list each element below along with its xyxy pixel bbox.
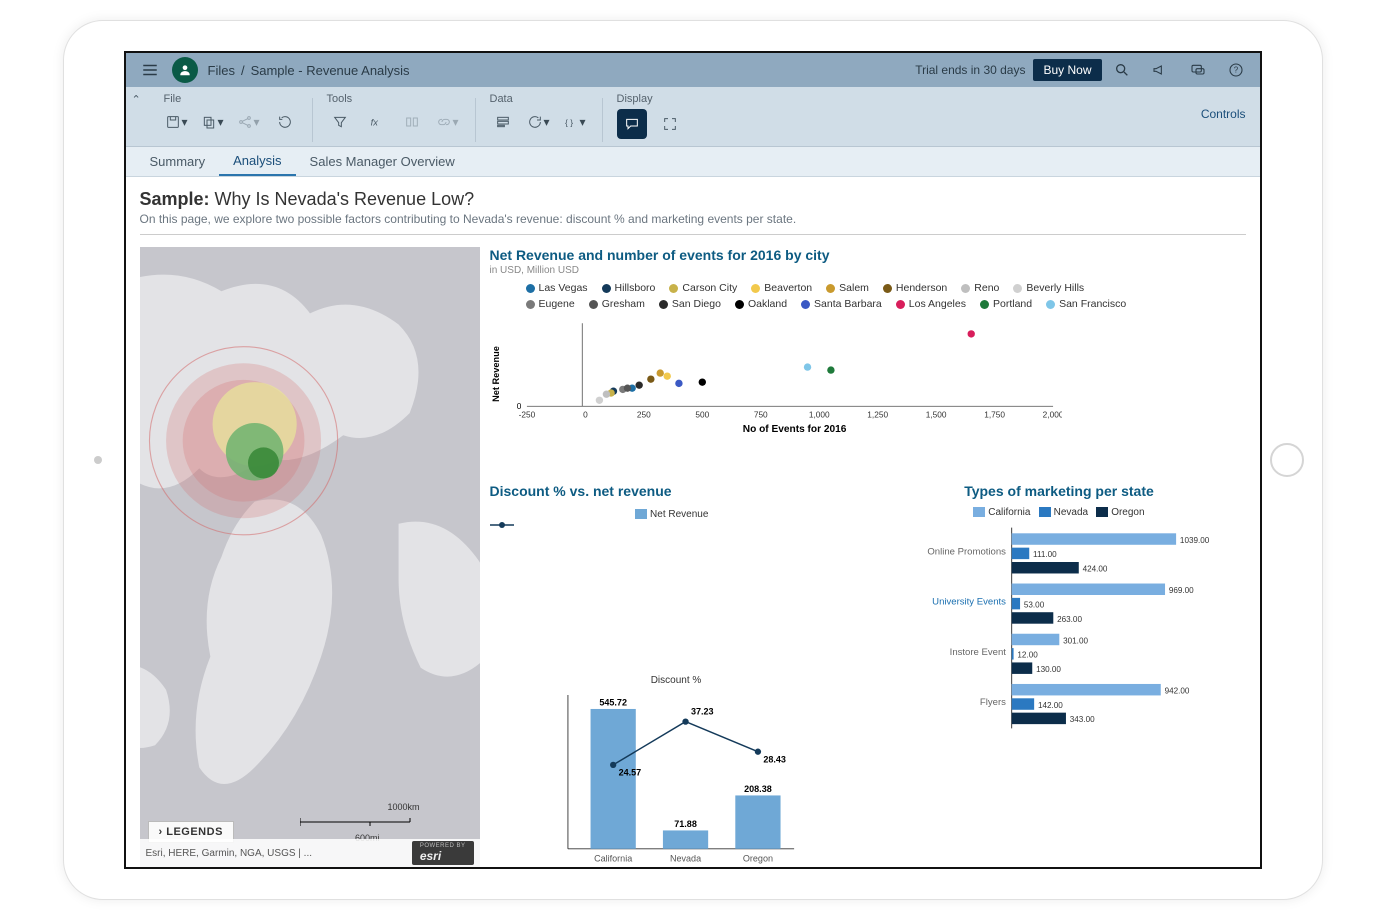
svg-text:130.00: 130.00 bbox=[1036, 665, 1061, 674]
trial-text: Trial ends in 30 days bbox=[915, 63, 1025, 77]
svg-text:{ }: { } bbox=[565, 117, 573, 127]
tab-summary[interactable]: Summary bbox=[136, 147, 220, 176]
app-topbar: Files / Sample - Revenue Analysis Trial … bbox=[126, 53, 1260, 87]
svg-text:1,250: 1,250 bbox=[867, 409, 888, 419]
tab-analysis[interactable]: Analysis bbox=[219, 147, 295, 176]
link-icon[interactable]: ▾ bbox=[435, 109, 461, 135]
buy-now-button[interactable]: Buy Now bbox=[1033, 59, 1101, 81]
svg-text:No of Events for 2016: No of Events for 2016 bbox=[742, 424, 846, 434]
filter-icon[interactable] bbox=[327, 109, 353, 135]
svg-text:301.00: 301.00 bbox=[1063, 636, 1088, 645]
svg-text:2,000: 2,000 bbox=[1042, 409, 1062, 419]
svg-text:California: California bbox=[594, 854, 633, 864]
combo-legend: Net Revenue Discount % bbox=[490, 509, 863, 686]
page-subtitle: On this page, we explore two possible fa… bbox=[140, 212, 1246, 226]
svg-text:Net Revenue: Net Revenue bbox=[491, 346, 501, 402]
scatter-legend: Las VegasHillsboroCarson CityBeavertonSa… bbox=[526, 282, 1146, 310]
variable-icon[interactable]: { }▾ bbox=[562, 109, 588, 135]
svg-text:Online Promotions: Online Promotions bbox=[927, 546, 1006, 557]
svg-text:Oregon: Oregon bbox=[742, 854, 772, 864]
breadcrumb: Files / Sample - Revenue Analysis bbox=[208, 63, 410, 78]
reset-icon[interactable] bbox=[272, 109, 298, 135]
comment-mode-icon[interactable] bbox=[617, 109, 647, 139]
ribbon-group-data: Data bbox=[490, 93, 588, 105]
svg-text:545.72: 545.72 bbox=[599, 698, 627, 708]
svg-text:1,500: 1,500 bbox=[925, 409, 946, 419]
svg-text:-250: -250 bbox=[518, 409, 535, 419]
ribbon: ⌃ File ▾ ▾ ▾ Tools fx ▾ bbox=[126, 87, 1260, 147]
svg-text:0: 0 bbox=[583, 409, 588, 419]
refresh-icon[interactable]: ▾ bbox=[526, 109, 552, 135]
svg-text:28.43: 28.43 bbox=[763, 755, 786, 765]
ribbon-group-display: Display bbox=[617, 93, 683, 105]
svg-text:250: 250 bbox=[636, 409, 650, 419]
controls-link[interactable]: Controls bbox=[1201, 107, 1246, 121]
search-icon[interactable] bbox=[1110, 58, 1134, 82]
tablet-home-button[interactable] bbox=[1270, 443, 1304, 477]
map-scalebar: 1000km 600mi bbox=[300, 812, 420, 839]
svg-text:12.00: 12.00 bbox=[1017, 651, 1038, 660]
svg-text:53.00: 53.00 bbox=[1023, 600, 1044, 609]
geo-map[interactable]: › LEGENDS 1000km 600mi Esri, HERE, Garmi… bbox=[140, 247, 480, 867]
svg-text:Flyers: Flyers bbox=[979, 697, 1005, 708]
fullscreen-icon[interactable] bbox=[657, 111, 683, 137]
svg-text:fx: fx bbox=[370, 117, 378, 127]
svg-text:500: 500 bbox=[695, 409, 709, 419]
copy-icon[interactable]: ▾ bbox=[200, 109, 226, 135]
dataset-icon[interactable] bbox=[490, 109, 516, 135]
svg-text:Instore Event: Instore Event bbox=[949, 647, 1006, 658]
save-icon[interactable]: ▾ bbox=[164, 109, 190, 135]
svg-text:750: 750 bbox=[753, 409, 767, 419]
tab-overview[interactable]: Sales Manager Overview bbox=[296, 147, 469, 176]
menu-icon[interactable] bbox=[138, 58, 162, 82]
svg-text:71.88: 71.88 bbox=[674, 819, 697, 829]
ribbon-group-file: File bbox=[164, 93, 298, 105]
barh-chart[interactable]: Types of marketing per state California … bbox=[873, 483, 1246, 867]
help-icon[interactable]: ? bbox=[1224, 58, 1248, 82]
svg-text:University Events: University Events bbox=[932, 597, 1006, 608]
ribbon-group-tools: Tools bbox=[327, 93, 461, 105]
svg-text:942.00: 942.00 bbox=[1164, 687, 1189, 696]
scatter-chart[interactable]: Net Revenue and number of events for 201… bbox=[490, 247, 1246, 477]
svg-text:1,000: 1,000 bbox=[808, 409, 829, 419]
page-title: Sample: Why Is Nevada's Revenue Low? bbox=[140, 189, 1246, 210]
svg-text:1,750: 1,750 bbox=[984, 409, 1005, 419]
svg-text:1039.00: 1039.00 bbox=[1179, 536, 1209, 545]
page-tabs: Summary Analysis Sales Manager Overview bbox=[126, 147, 1260, 177]
svg-text:142.00: 142.00 bbox=[1037, 701, 1062, 710]
svg-text:969.00: 969.00 bbox=[1168, 586, 1193, 595]
svg-text:343.00: 343.00 bbox=[1069, 715, 1094, 724]
avatar[interactable] bbox=[172, 57, 198, 83]
svg-text:208.38: 208.38 bbox=[744, 784, 772, 794]
breadcrumb-current: Sample - Revenue Analysis bbox=[251, 63, 410, 78]
svg-text:?: ? bbox=[1233, 66, 1238, 75]
share-icon[interactable]: ▾ bbox=[236, 109, 262, 135]
svg-text:263.00: 263.00 bbox=[1057, 615, 1082, 624]
svg-text:111.00: 111.00 bbox=[1033, 550, 1057, 559]
collapse-ribbon-icon[interactable]: ⌃ bbox=[132, 93, 141, 106]
svg-text:424.00: 424.00 bbox=[1082, 565, 1107, 574]
svg-text:37.23: 37.23 bbox=[690, 707, 713, 717]
prompt-icon[interactable] bbox=[399, 109, 425, 135]
esri-logo: POWERED BYesri bbox=[412, 841, 474, 865]
combo-chart[interactable]: Discount % vs. net revenue Net Revenue D… bbox=[490, 483, 863, 867]
map-attribution: Esri, HERE, Garmin, NGA, USGS | ... bbox=[146, 848, 313, 859]
svg-text:24.57: 24.57 bbox=[618, 768, 641, 778]
chat-icon[interactable] bbox=[1186, 58, 1210, 82]
megaphone-icon[interactable] bbox=[1148, 58, 1172, 82]
barh-legend: California Nevada Oregon bbox=[873, 507, 1246, 518]
svg-text:Nevada: Nevada bbox=[669, 854, 701, 864]
formula-icon[interactable]: fx bbox=[363, 109, 389, 135]
breadcrumb-root[interactable]: Files bbox=[208, 63, 235, 78]
